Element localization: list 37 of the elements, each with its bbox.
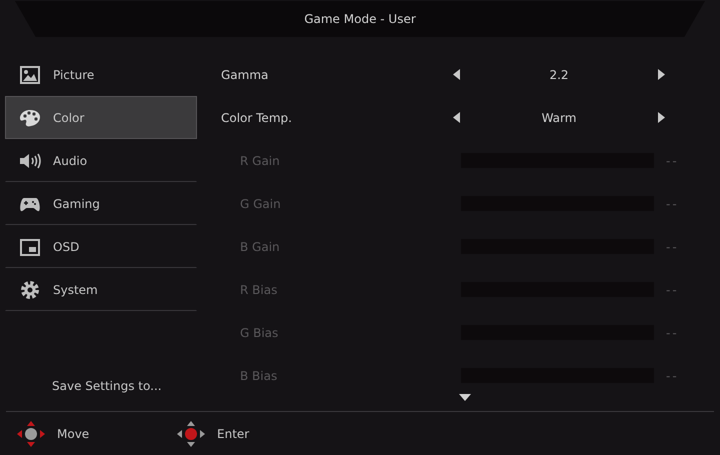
- speaker-icon: [19, 150, 41, 170]
- setting-label: Gamma: [221, 66, 270, 84]
- menu-item[interactable]: Save Settings to...: [52, 377, 162, 395]
- dpad-icon: [17, 420, 45, 446]
- setting-label: G Bias: [239, 324, 280, 342]
- slider-reading: --: [666, 238, 679, 256]
- slider-reading: --: [666, 368, 679, 384]
- menu-item[interactable]: Audio: [5, 139, 197, 182]
- slider-reading: --: [666, 282, 679, 298]
- setting-label: R Bias: [239, 282, 278, 298]
- left-arrow-icon[interactable]: [453, 69, 460, 80]
- menu-item[interactable]: System: [5, 268, 197, 311]
- slider-reading: --: [666, 324, 679, 342]
- menu-item[interactable]: Gaming: [5, 182, 197, 225]
- menu-item[interactable]: Color: [5, 96, 197, 139]
- setting-value: 2.2: [549, 66, 569, 84]
- setting-label: G Gain: [239, 196, 282, 212]
- dpad-icon: [177, 420, 205, 446]
- picture-icon: [19, 64, 41, 84]
- window-icon: [19, 236, 41, 256]
- menu-title: Game Mode - User: [304, 11, 416, 28]
- setting-label: Color Temp.: [221, 110, 293, 126]
- setting-label: B Gain: [239, 238, 281, 256]
- palette-icon: [19, 108, 41, 128]
- slider-reading: --: [666, 152, 679, 170]
- hint-label: Move: [57, 426, 90, 442]
- menu-item[interactable]: OSD: [5, 225, 197, 268]
- hint-label: Enter: [217, 426, 250, 442]
- setting-label: R Gain: [239, 152, 281, 170]
- slider-reading: --: [666, 196, 679, 212]
- setting-label: B Bias: [239, 368, 278, 384]
- left-arrow-icon[interactable]: [453, 112, 460, 123]
- setting-value: Warm: [542, 110, 576, 126]
- right-arrow-icon[interactable]: [658, 69, 665, 80]
- settings-icon: [19, 280, 41, 300]
- menu-item[interactable]: Picture: [5, 53, 197, 96]
- right-arrow-icon[interactable]: [658, 112, 665, 123]
